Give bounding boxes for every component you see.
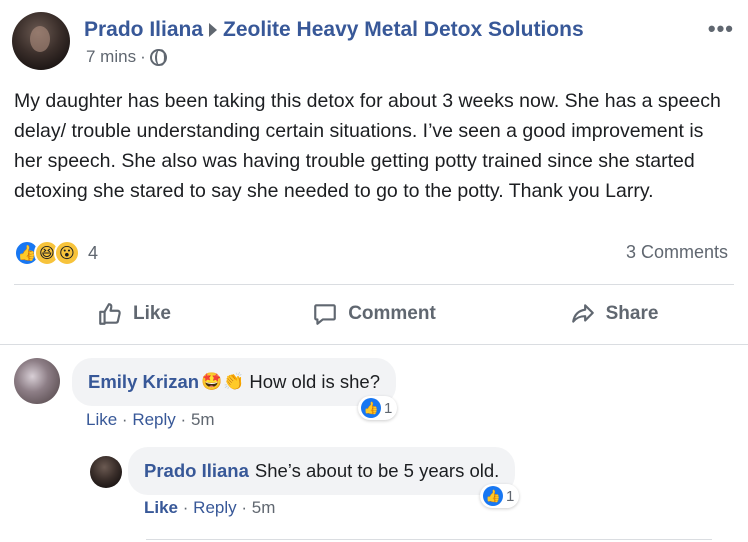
post-time[interactable]: 7 mins xyxy=(86,47,136,67)
like-reaction-icon: 👍 xyxy=(361,398,381,418)
commenter-avatar[interactable] xyxy=(14,358,60,404)
clapping-hands-emoji-icon: 👏 xyxy=(223,372,245,391)
reactions-summary[interactable]: 👍 😆 😮 4 xyxy=(14,240,98,266)
comment-text: She’s about to be 5 years old. xyxy=(254,460,500,481)
comment-like-count: 1 xyxy=(384,399,393,417)
comment-bubble: Prado Iliana She’s about to be 5 years o… xyxy=(128,447,516,495)
divider xyxy=(14,284,734,285)
post-text: My daughter has been taking this detox f… xyxy=(14,90,721,202)
post-meta: 7 mins · xyxy=(86,47,167,67)
more-options-icon[interactable]: ••• xyxy=(708,16,734,42)
separator-dot: · xyxy=(180,410,187,429)
meta-separator: · xyxy=(140,47,146,66)
comment-like-link[interactable]: Like xyxy=(144,498,178,517)
wow-reaction-icon: 😮 xyxy=(54,240,80,266)
separator-dot: · xyxy=(121,410,128,429)
author-avatar[interactable] xyxy=(12,12,70,70)
comment-actions: Like · Reply · 5m xyxy=(86,410,215,430)
share-arrow-icon xyxy=(571,304,594,323)
comment-time[interactable]: 5m xyxy=(191,410,215,429)
separator-dot: · xyxy=(182,498,189,517)
comment-reactions[interactable]: 👍 1 xyxy=(358,396,398,420)
commenter-name[interactable]: Emily Krizan xyxy=(88,371,199,393)
comment-text: How old is she? xyxy=(249,371,380,392)
author-line: Prado Iliana Zeolite Heavy Metal Detox So… xyxy=(84,18,584,42)
thumbs-up-icon xyxy=(99,303,121,325)
like-button[interactable]: Like xyxy=(14,288,254,340)
author-name[interactable]: Prado Iliana xyxy=(84,18,203,41)
commenter-avatar[interactable] xyxy=(90,456,122,488)
comment-label: Comment xyxy=(348,303,436,324)
comment-reply-link[interactable]: Reply xyxy=(193,498,236,517)
like-label: Like xyxy=(132,303,172,324)
share-label: Share xyxy=(605,303,659,324)
comment-button[interactable]: Comment xyxy=(254,288,494,340)
like-reaction-icon: 👍 xyxy=(483,486,503,506)
comment-reply-link[interactable]: Reply xyxy=(132,410,175,429)
separator-dot: · xyxy=(241,498,248,517)
share-button[interactable]: Share xyxy=(494,288,734,340)
comment-like-count: 1 xyxy=(506,487,515,505)
star-struck-emoji-icon: 🤩 xyxy=(201,372,223,391)
comment-reactions[interactable]: 👍 1 xyxy=(480,484,520,508)
group-name[interactable]: Zeolite Heavy Metal Detox Solutions xyxy=(223,18,584,41)
comment-like-link[interactable]: Like xyxy=(86,410,117,429)
comment-bubble-icon xyxy=(314,304,337,325)
globe-icon[interactable] xyxy=(149,48,167,66)
reply-input-edge xyxy=(146,539,712,540)
comment-actions: Like · Reply · 5m xyxy=(144,498,275,518)
comment-time[interactable]: 5m xyxy=(252,498,276,517)
post-actions: Like Comment Share xyxy=(14,288,734,340)
commenter-name[interactable]: Prado Iliana xyxy=(144,460,249,482)
comment-bubble: Emily Krizan 🤩 👏 How old is she? xyxy=(72,358,396,406)
post-header: Prado Iliana Zeolite Heavy Metal Detox So… xyxy=(12,12,736,70)
reactions-count: 4 xyxy=(88,242,99,263)
caret-right-icon xyxy=(209,22,218,37)
comments-count[interactable]: 3 Comments xyxy=(626,242,728,263)
divider xyxy=(0,344,748,345)
